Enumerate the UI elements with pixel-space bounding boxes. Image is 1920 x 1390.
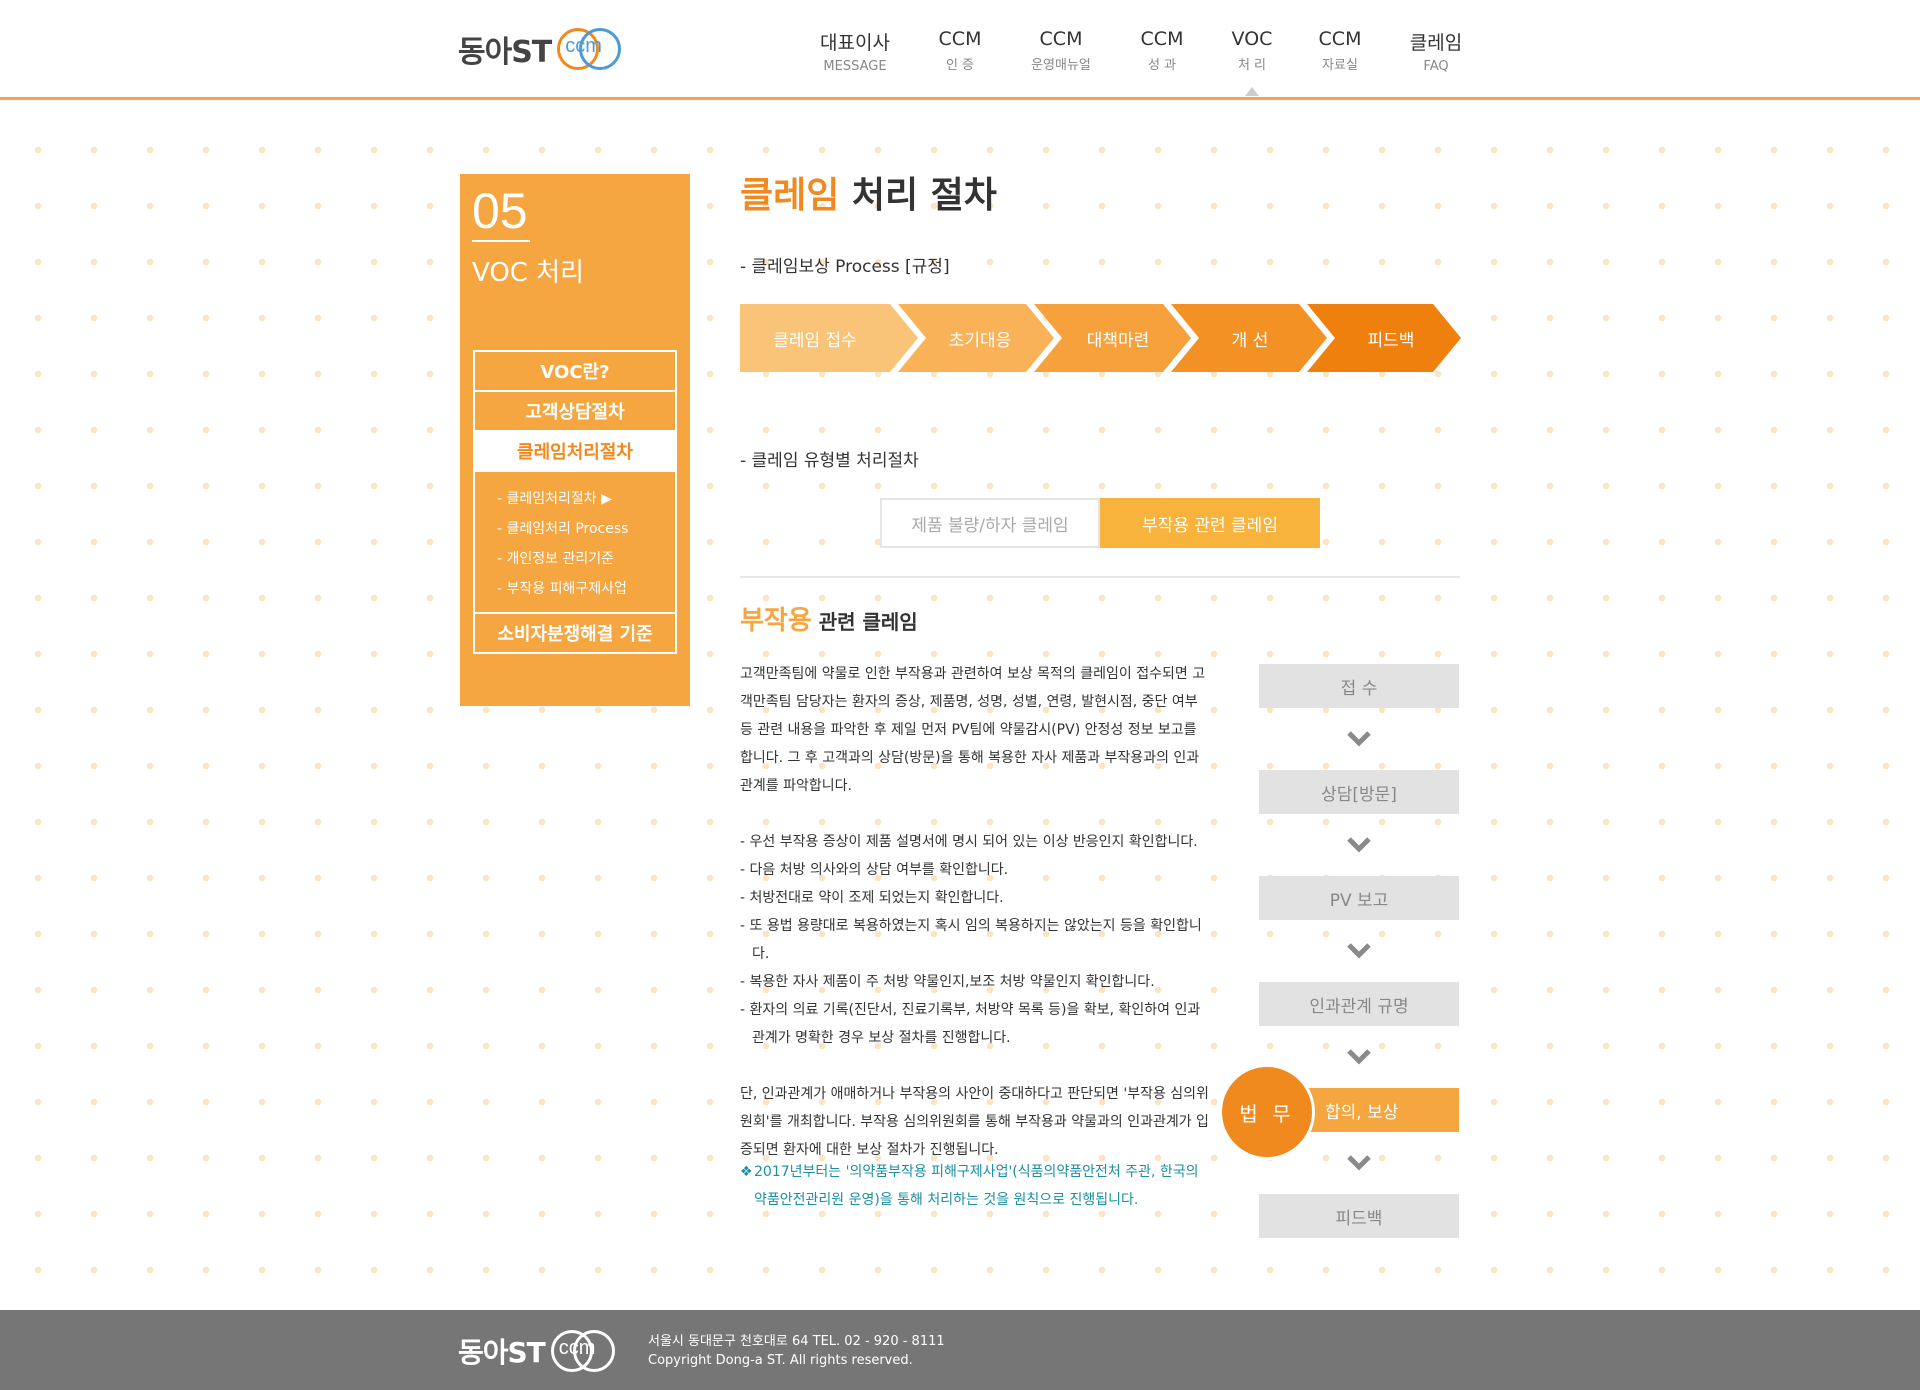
diamond-bullet-icon: ❖ (740, 1164, 753, 1180)
ccm-mark-text: ccm (558, 1337, 596, 1359)
footer-address: 서울시 동대문구 천호대로 64 TEL. 02 - 920 - 8111 (648, 1334, 945, 1349)
submenu-item-claim-process[interactable]: - 클레임처리 Process (497, 514, 675, 544)
site-header: 동아ST ccm 대표이사 MESSAGE CCM 인 증 CCM 운영매뉴얼 … (0, 0, 1920, 100)
chevron-down-icon (1259, 920, 1459, 982)
checklist-item: - 복용한 자사 제품이 주 처방 약물인지,보조 처방 약물인지 확인합니다. (740, 974, 1155, 990)
section-number: 05 (472, 183, 528, 239)
section-title: VOC 처리 (472, 258, 585, 288)
nav-sublabel: 운영매뉴얼 (1031, 58, 1091, 73)
legal-team-badge: 법 무 (1219, 1064, 1315, 1160)
submenu-item-claim-procedure[interactable]: - 클레임처리절차 ▶ (497, 484, 675, 514)
nav-item-ccm-manual[interactable]: CCM 운영매뉴얼 (1010, 28, 1112, 74)
submenu-item-privacy-standard[interactable]: - 개인정보 관리기준 (497, 544, 675, 574)
checklist-item: - 다음 처방 의사와의 상담 여부를 확인합니다. (740, 862, 1009, 878)
section-label-process: - 클레임보상 Process [규정] (740, 257, 950, 277)
main-nav: 대표이사 MESSAGE CCM 인 증 CCM 운영매뉴얼 CCM 성 과 V… (800, 28, 1484, 96)
page-title: 클레임 처리 절차 (740, 166, 1460, 218)
nav-sublabel: 처 리 (1237, 58, 1267, 73)
nav-label: CCM (1140, 28, 1184, 50)
tab-product-defect-claim[interactable]: 제품 불량/하자 클레임 (880, 498, 1100, 548)
nav-sublabel: 성 과 (1147, 58, 1177, 73)
process-step-improvement: 개 선 (1231, 331, 1269, 351)
nav-item-ceo-message[interactable]: 대표이사 MESSAGE (800, 28, 910, 74)
process-step-receipt: 클레임 접수 (773, 331, 857, 351)
checklist: - 우선 부작용 증상이 제품 설명서에 명시 되어 있는 이상 반응인지 확인… (740, 828, 1210, 1052)
note-text: 2017년부터는 '의약품부작용 피해구제사업'(식품의약품안전처 주관, 한국… (754, 1164, 1199, 1208)
chevron-down-icon (1259, 708, 1459, 770)
nav-sublabel: 자료실 (1322, 58, 1358, 73)
main-content: 클레임 처리 절차 - 클레임보상 Process [규정] 클레임 접수 초기… (740, 166, 1461, 1238)
subsection-title-highlight: 부작용 (740, 606, 812, 636)
flow-step-consult: 상담[방문] (1259, 770, 1459, 814)
description-paragraph: 고객만족팀에 약물로 인한 부작용과 관련하여 보상 목적의 클레임이 접수되면… (740, 666, 1206, 794)
ccm-logo-icon: ccm (557, 26, 623, 72)
nav-sublabel: FAQ (1423, 59, 1449, 74)
submenu-item-side-effect-relief[interactable]: - 부작용 피해구제사업 (497, 574, 675, 604)
active-caret-icon (1245, 87, 1259, 96)
relief-program-note: ❖ 2017년부터는 '의약품부작용 피해구제사업'(식품의약품안전처 주관, … (740, 1158, 1210, 1214)
claim-type-tabs: 제품 불량/하자 클레임 부작용 관련 클레임 (880, 498, 1320, 548)
brand-logo[interactable]: 동아ST ccm (458, 26, 623, 72)
brand-name: 동아ST (458, 35, 552, 70)
nav-label: 클레임 (1409, 32, 1463, 54)
footer-copyright: Copyright Dong-a ST. All rights reserved… (648, 1353, 913, 1368)
nav-item-ccm-results[interactable]: CCM 성 과 (1112, 28, 1212, 74)
nav-label: VOC (1231, 28, 1273, 50)
process-step-countermeasure: 대책마련 (1086, 331, 1150, 351)
claim-process-steps: 클레임 접수 초기대응 대책마련 개 선 피드백 (740, 304, 1461, 372)
footer-info: 서울시 동대문구 천호대로 64 TEL. 02 - 920 - 8111 Co… (648, 1332, 945, 1370)
nav-label: CCM (1318, 28, 1362, 50)
flow-step-feedback: 피드백 (1259, 1194, 1459, 1238)
sidebar-item-consult-procedure[interactable]: 고객상담절차 (475, 392, 675, 432)
footer-brand-name: 동아ST (458, 1336, 546, 1369)
flow-step-causality: 인과관계 규명 (1259, 982, 1459, 1026)
ccm-logo-icon: ccm (550, 1328, 617, 1374)
chevron-down-icon (1259, 814, 1459, 876)
checklist-item: - 환자의 의료 기록(진단서, 진료기록부, 처방약 목록 등)을 확보, 확… (740, 1002, 1201, 1046)
section-divider (472, 240, 530, 242)
flow-step-receipt: 접 수 (1259, 664, 1459, 708)
flow-step-pv-report: PV 보고 (1259, 876, 1459, 920)
description-paragraph: 단, 인과관계가 애매하거나 부작용의 사안이 중대하다고 판단되면 '부작용 … (740, 1086, 1209, 1158)
sidebar: 05 VOC 처리 VOC란? 고객상담절차 클레임처리절차 - 클레임처리절차… (460, 174, 690, 706)
checklist-item: - 처방전대로 약이 조제 되었는지 확인합니다. (740, 890, 1004, 906)
sidebar-submenu: - 클레임처리절차 ▶ - 클레임처리 Process - 개인정보 관리기준 … (475, 472, 675, 614)
sidebar-item-claim-procedure[interactable]: 클레임처리절차 (475, 432, 675, 472)
page-title-rest: 처리 절차 (839, 175, 997, 216)
subsection-title-rest: 관련 클레임 (811, 610, 918, 634)
footer-logo: 동아ST ccm (458, 1328, 617, 1374)
process-step-feedback: 피드백 (1367, 331, 1415, 351)
tab-side-effect-claim[interactable]: 부작용 관련 클레임 (1100, 498, 1320, 548)
nav-label: 대표이사 (820, 32, 890, 54)
site-footer: 동아ST ccm 서울시 동대문구 천호대로 64 TEL. 02 - 920 … (0, 1310, 1920, 1390)
nav-item-ccm-certification[interactable]: CCM 인 증 (910, 28, 1010, 74)
section-label-type-procedure: - 클레임 유형별 처리절차 (740, 451, 919, 471)
nav-sublabel: MESSAGE (823, 59, 887, 74)
nav-item-claim-faq[interactable]: 클레임 FAQ (1388, 28, 1484, 74)
nav-item-voc[interactable]: VOC 처 리 (1212, 28, 1292, 96)
checklist-item: - 또 용법 용량대로 복용하였는지 혹시 임의 복용하지는 않았는지 등을 확… (740, 918, 1202, 962)
process-step-initial-response: 초기대응 (948, 331, 1012, 351)
content-divider (740, 576, 1460, 578)
description-text: 고객만족팀에 약물로 인한 부작용과 관련하여 보상 목적의 클레임이 접수되면… (740, 660, 1210, 1192)
nav-item-ccm-archive[interactable]: CCM 자료실 (1292, 28, 1388, 74)
ccm-mark-text: ccm (565, 35, 602, 57)
subsection-title: 부작용 관련 클레임 (740, 600, 918, 637)
nav-sublabel: 인 증 (945, 58, 975, 73)
nav-label: CCM (1039, 28, 1083, 50)
sidebar-item-voc-intro[interactable]: VOC란? (475, 352, 675, 392)
page-title-highlight: 클레임 (740, 175, 840, 216)
sidebar-menu: VOC란? 고객상담절차 클레임처리절차 - 클레임처리절차 ▶ - 클레임처리… (473, 350, 677, 654)
sidebar-item-dispute-standard[interactable]: 소비자분쟁해결 기준 (475, 614, 675, 652)
nav-label: CCM (938, 28, 982, 50)
checklist-item: - 우선 부작용 증상이 제품 설명서에 명시 되어 있는 이상 반응인지 확인… (740, 834, 1198, 850)
